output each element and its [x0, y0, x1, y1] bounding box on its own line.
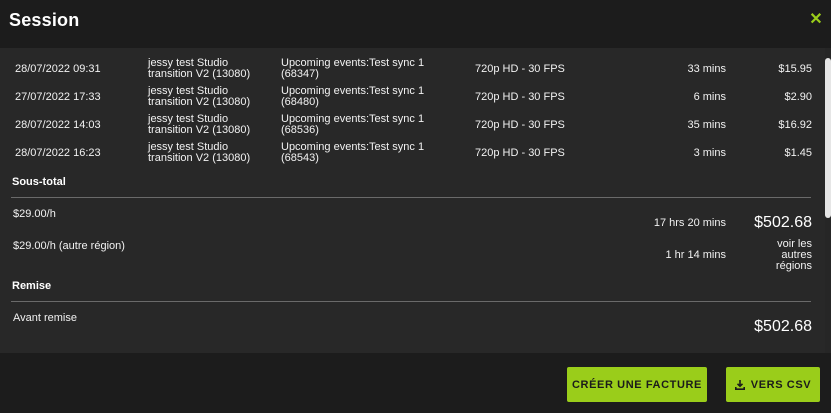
- session-studio: jessy test Studio transition V2 (13080): [148, 85, 251, 108]
- session-studio: jessy test Studio transition V2 (13080): [148, 57, 251, 80]
- modal-footer: CRÉER UNE FACTURE VERS CSV: [0, 353, 831, 413]
- rate-label: $29.00/h: [13, 208, 56, 220]
- table-row: 28/07/2022 16:23 jessy test Studio trans…: [0, 139, 826, 167]
- before-discount-amount: $502.68: [754, 318, 812, 335]
- session-duration: 33 mins: [687, 63, 726, 75]
- before-discount-label: Avant remise: [13, 312, 77, 324]
- rate-amount: $502.68: [754, 214, 812, 231]
- table-row: 28/07/2022 14:03 jessy test Studio trans…: [0, 111, 826, 139]
- session-event: Upcoming events:Test sync 1 (68536): [281, 113, 425, 136]
- session-studio: jessy test Studio transition V2 (13080): [148, 113, 251, 136]
- session-event: Upcoming events:Test sync 1 (68347): [281, 57, 425, 80]
- session-event: Upcoming events:Test sync 1 (68543): [281, 141, 425, 164]
- session-duration: 6 mins: [693, 91, 726, 103]
- export-csv-label: VERS CSV: [750, 378, 812, 391]
- divider: [11, 301, 811, 302]
- table-row: 27/07/2022 17:33 jessy test Studio trans…: [0, 83, 826, 111]
- session-duration: 35 mins: [687, 119, 726, 131]
- modal-title: Session: [9, 10, 80, 30]
- other-regions-link[interactable]: voir les autres régions: [752, 239, 812, 272]
- scrollbar-thumb[interactable]: [825, 58, 831, 218]
- session-studio: jessy test Studio transition V2 (13080): [148, 141, 251, 164]
- session-event: Upcoming events:Test sync 1 (68480): [281, 85, 425, 108]
- close-icon[interactable]: ✕: [809, 11, 823, 29]
- scrollbar[interactable]: [825, 48, 831, 353]
- other-rate-label: $29.00/h (autre région): [13, 240, 125, 252]
- session-duration: 3 mins: [693, 147, 726, 159]
- session-price: $2.90: [784, 91, 812, 103]
- session-price: $15.95: [778, 63, 812, 75]
- session-price: $16.92: [778, 119, 812, 131]
- session-date: 28/07/2022 09:31: [15, 63, 101, 75]
- session-date: 28/07/2022 16:23: [15, 147, 101, 159]
- other-rate-duration: 1 hr 14 mins: [665, 249, 726, 261]
- export-csv-button[interactable]: VERS CSV: [726, 367, 820, 402]
- table-row: 28/07/2022 09:31 jessy test Studio trans…: [0, 55, 826, 83]
- session-resolution: 720p HD - 30 FPS: [475, 119, 565, 131]
- session-price: $1.45: [784, 147, 812, 159]
- create-invoice-label: CRÉER UNE FACTURE: [572, 378, 702, 391]
- session-resolution: 720p HD - 30 FPS: [475, 63, 565, 75]
- discount-heading: Remise: [12, 280, 52, 292]
- rate-duration: 17 hrs 20 mins: [653, 217, 726, 229]
- session-list[interactable]: 28/07/2022 09:31 jessy test Studio trans…: [0, 48, 831, 353]
- session-resolution: 720p HD - 30 FPS: [475, 91, 565, 103]
- session-resolution: 720p HD - 30 FPS: [475, 147, 565, 159]
- create-invoice-button[interactable]: CRÉER UNE FACTURE: [567, 367, 707, 402]
- session-date: 28/07/2022 14:03: [15, 119, 101, 131]
- divider: [11, 197, 811, 198]
- subtotal-heading: Sous-total: [12, 176, 66, 188]
- session-date: 27/07/2022 17:33: [15, 91, 101, 103]
- modal-header: Session ✕: [0, 0, 831, 48]
- download-icon: [734, 379, 745, 390]
